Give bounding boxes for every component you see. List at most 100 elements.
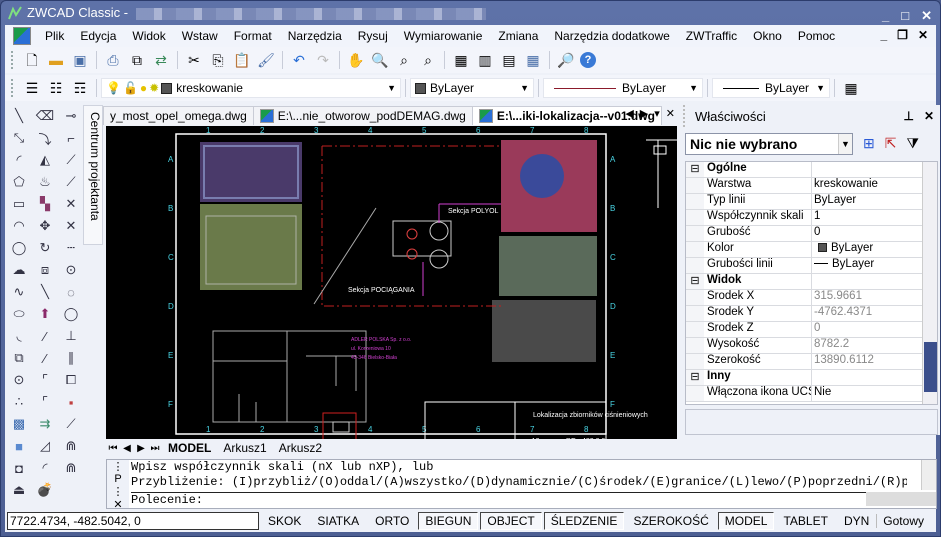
paste-icon[interactable]: 📋 — [232, 50, 252, 70]
snap-endpoint-icon[interactable]: ⟋ — [61, 150, 81, 170]
spline-icon[interactable]: ∿ — [9, 282, 29, 302]
calculator-icon[interactable]: ▦ — [523, 50, 543, 70]
status-toggle-śledzenie[interactable]: ŚLEDZENIE — [543, 512, 625, 530]
close-doc-icon[interactable]: ✕ — [666, 107, 675, 120]
pin-icon[interactable]: ⊥ — [903, 109, 913, 123]
selection-combo[interactable]: Nic nie wybrano ▼ — [685, 133, 853, 155]
copy-object-icon[interactable]: ⤵ — [35, 128, 55, 148]
doc-tab[interactable]: E:\...nie_otworow_podDEMAG.dwg — [252, 106, 473, 125]
menu-okno[interactable]: Okno — [745, 29, 790, 43]
extend-icon[interactable]: ⁄ — [35, 348, 55, 368]
select-objects-icon[interactable]: ⇱ — [885, 135, 897, 152]
xline-icon[interactable]: ⤡ — [9, 128, 29, 148]
print-icon[interactable]: ⎙ — [103, 50, 123, 70]
property-row[interactable]: Warstwa kreskowanie — [686, 178, 937, 194]
collapse-icon[interactable]: ⊟ — [686, 370, 704, 385]
collapse-icon[interactable]: ⊟ — [686, 274, 704, 289]
revcloud-icon[interactable]: ☁ — [9, 260, 29, 280]
status-toggle-szerokość[interactable]: SZEROKOŚĆ — [626, 512, 715, 530]
menu-wymiarowanie[interactable]: Wymiarowanie — [396, 29, 491, 43]
command-scrollbar[interactable] — [921, 460, 936, 490]
pan-icon[interactable]: ✋ — [346, 50, 366, 70]
polygon-icon[interactable]: ⬠ — [9, 172, 29, 192]
status-toggle-object[interactable]: OBJECT — [480, 512, 542, 530]
menu-plik[interactable]: Plik — [37, 29, 72, 43]
line-icon[interactable]: ╲ — [9, 106, 29, 126]
drawing-canvas[interactable]: AABBCCDDEEFF1122334455667788 Sekcja POLY… — [106, 126, 677, 439]
property-row[interactable]: Kolor ByLayer — [686, 242, 937, 258]
layer-manager-icon[interactable]: ☰ — [22, 78, 42, 98]
property-row[interactable]: Grubości linii ByLayer — [686, 258, 937, 274]
snap-quadrant-icon[interactable]: ◌ — [61, 282, 81, 302]
break-at-point-icon[interactable]: ⌜ — [35, 370, 55, 390]
circle-icon[interactable]: ◯ — [9, 238, 29, 258]
menu-format[interactable]: Format — [226, 29, 280, 43]
snap-perpendicular-icon[interactable]: ⊥ — [61, 326, 81, 346]
tab-model[interactable]: MODEL — [162, 441, 217, 455]
doc-tab[interactable]: y_most_opel_omega.dwg — [103, 106, 254, 125]
property-category[interactable]: ⊟ Widok — [686, 274, 937, 290]
command-line-grip[interactable]: ⋮ P ⋮ ✕ — [107, 460, 129, 511]
status-toggle-dyn[interactable]: DYN — [837, 512, 876, 530]
properties-icon[interactable]: ▦ — [451, 50, 471, 70]
property-row[interactable]: Wysokość 8782.2 — [686, 338, 937, 354]
snap-none-icon[interactable]: ⋒ — [61, 436, 81, 456]
ellipse-arc-icon[interactable]: ◟ — [9, 326, 29, 346]
property-row[interactable]: Środek Z0 — [686, 322, 937, 338]
offset-icon[interactable]: ♨ — [35, 172, 55, 192]
command-input[interactable]: Polecenie: — [131, 492, 911, 507]
make-block-icon[interactable]: ⊙ — [9, 370, 29, 390]
snap-tangent-icon[interactable]: ◯ — [61, 304, 81, 324]
menu-widok[interactable]: Widok — [124, 29, 173, 43]
status-toggle-biegun[interactable]: BIEGUN — [418, 512, 479, 530]
rotate-icon[interactable]: ↻ — [35, 238, 55, 258]
lengthen-icon[interactable]: ⬆ — [35, 304, 55, 324]
property-row[interactable]: Włączona ikona UCS Nie — [686, 386, 937, 402]
lineweight-combo[interactable]: ByLayer ▼ — [712, 78, 830, 98]
insert-block-icon[interactable]: ⧉ — [9, 348, 29, 368]
doc-restore-button[interactable]: ❐ — [897, 28, 908, 42]
toolbar-grip[interactable] — [11, 79, 14, 97]
snap-apparent-intersection-icon[interactable]: ✕ — [61, 216, 81, 236]
tab-scroll-left-icon[interactable]: ◀ — [625, 107, 633, 120]
color-combo[interactable]: ByLayer ▼ — [410, 78, 534, 98]
property-row[interactable]: Środek Y -4762.4371 — [686, 306, 937, 322]
property-category[interactable]: ⊟ Inny — [686, 370, 937, 386]
chamfer-icon[interactable]: ◿ — [35, 436, 55, 456]
toggle-pickadd-icon[interactable]: ⊞ — [863, 135, 875, 152]
property-row[interactable]: Środek X 315.9661 — [686, 290, 937, 306]
design-center-tab[interactable]: Centrum projektanta — [83, 105, 103, 245]
document-icon[interactable] — [13, 27, 31, 45]
publish-icon[interactable]: ⇄ — [151, 50, 171, 70]
stretch-icon[interactable]: ╲ — [35, 282, 55, 302]
command-hscrollbar[interactable] — [866, 492, 936, 506]
property-category[interactable]: ⊟ Ogólne — [686, 162, 937, 178]
copy-icon[interactable]: ⎘ — [208, 50, 228, 70]
collapse-icon[interactable]: ⊟ — [686, 162, 704, 177]
snap-extension-icon[interactable]: ┄ — [61, 238, 81, 258]
quick-select-icon[interactable]: ⧩ — [906, 135, 919, 152]
prev-tab-icon[interactable]: ◀ — [120, 443, 134, 454]
hatch-icon[interactable]: ▩ — [9, 414, 29, 434]
explode-icon[interactable]: 💣 — [35, 480, 55, 500]
linetype-combo[interactable]: ByLayer ▼ — [543, 78, 703, 98]
tab-list-icon[interactable]: ▾ — [654, 107, 660, 120]
status-toggle-orto[interactable]: ORTO — [368, 512, 416, 530]
rectangle-icon[interactable]: ▭ — [9, 194, 29, 214]
array-icon[interactable]: ▚ — [35, 194, 55, 214]
snap-intersection-icon[interactable]: ✕ — [61, 194, 81, 214]
cut-icon[interactable]: ✂ — [184, 50, 204, 70]
new-icon[interactable]: 🗋 — [22, 50, 42, 70]
menu-edycja[interactable]: Edycja — [72, 29, 124, 43]
print-preview-icon[interactable]: ⧉ — [127, 50, 147, 70]
mirror-icon[interactable]: ◭ — [35, 150, 55, 170]
snap-parallel-icon[interactable]: ∥ — [61, 348, 81, 368]
fillet-icon[interactable]: ◜ — [35, 458, 55, 478]
snap-tracking-icon[interactable]: ⊸ — [61, 106, 81, 126]
make-object-layer-current-icon[interactable]: ☶ — [70, 78, 90, 98]
zoom-window-icon[interactable]: ⌕ — [394, 50, 414, 70]
find-icon[interactable]: 🔎 — [556, 50, 576, 70]
close-panel-icon[interactable]: ✕ — [924, 109, 934, 123]
snap-midpoint-icon[interactable]: ⟋ — [61, 172, 81, 192]
help-icon[interactable]: ? — [580, 52, 596, 68]
